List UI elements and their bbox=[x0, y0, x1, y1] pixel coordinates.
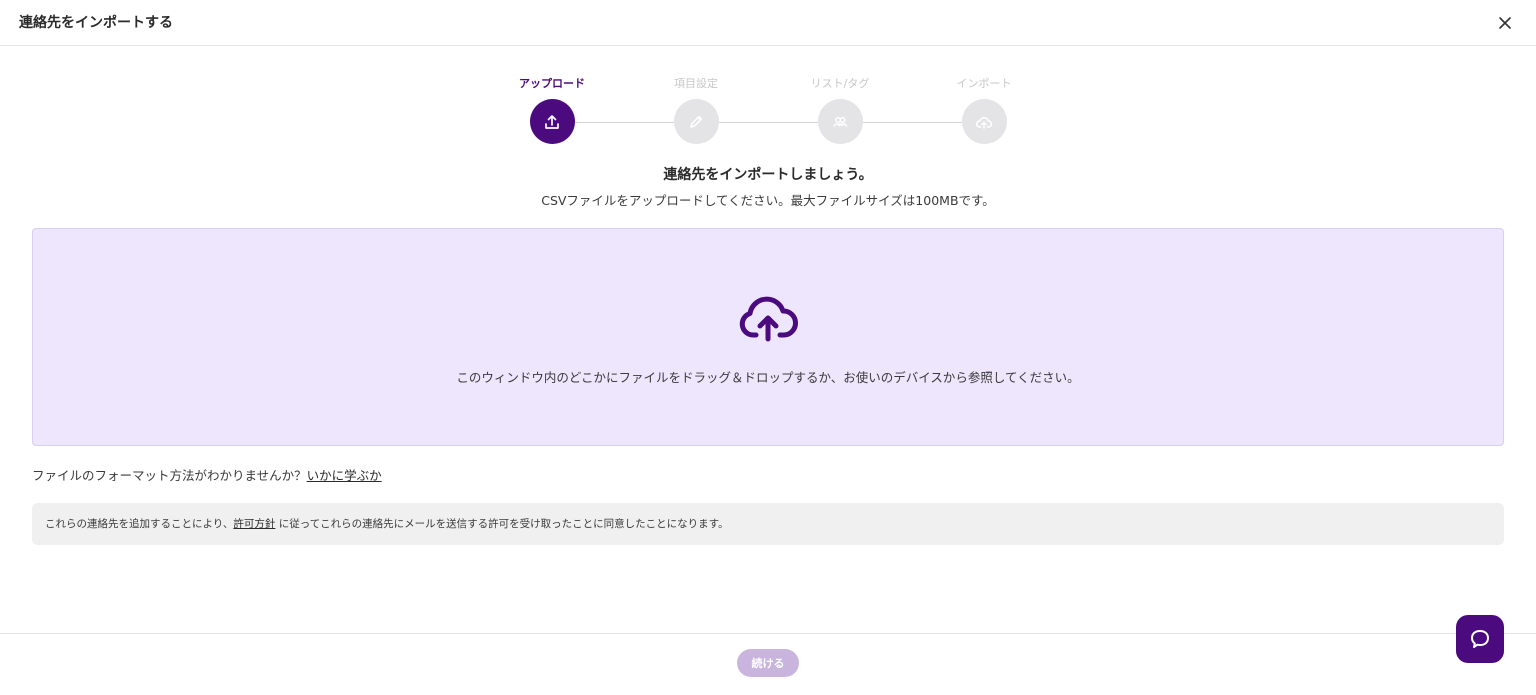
step-circle[interactable] bbox=[961, 99, 1007, 144]
step-circle[interactable] bbox=[673, 99, 719, 144]
step-label: アップロード bbox=[519, 77, 585, 90]
import-stepper: アップロード 項目設定 リスト/タグ インポート bbox=[0, 75, 1536, 150]
step-list-tag[interactable]: リスト/タグ bbox=[780, 75, 900, 144]
learn-how-link[interactable]: いかに学ぶか bbox=[307, 468, 382, 483]
chat-button[interactable] bbox=[1456, 615, 1504, 663]
cloud-upload-icon bbox=[739, 296, 798, 342]
close-icon bbox=[1499, 17, 1511, 29]
cloud-upload-icon bbox=[975, 116, 993, 129]
format-help-text: ファイルのフォーマット方法がわかりませんか？ bbox=[32, 468, 307, 483]
chat-icon bbox=[1471, 630, 1489, 648]
continue-button[interactable]: 続ける bbox=[737, 649, 799, 677]
stepper-line bbox=[552, 122, 984, 123]
close-button[interactable] bbox=[1494, 12, 1516, 34]
pencil-icon bbox=[690, 115, 703, 128]
step-import[interactable]: インポート bbox=[924, 75, 1044, 144]
page-heading: 連絡先をインポートしましょう。 bbox=[663, 167, 873, 183]
step-field-settings[interactable]: 項目設定 bbox=[636, 75, 756, 144]
page-subheading: CSVファイルをアップロードしてください。最大ファイルサイズは100MBです。 bbox=[541, 193, 995, 208]
notice-text-before: これらの連絡先を追加することにより、 bbox=[45, 518, 234, 530]
step-label: リスト/タグ bbox=[810, 77, 870, 90]
format-help: ファイルのフォーマット方法がわかりませんか？いかに学ぶか bbox=[32, 465, 382, 484]
notice-text-after: に従ってこれらの連絡先にメールを送信する許可を受け取ったことに同意したことになり… bbox=[275, 518, 729, 530]
step-circle[interactable] bbox=[817, 99, 863, 144]
step-label: 項目設定 bbox=[674, 77, 718, 90]
permission-notice: これらの連絡先を追加することにより、許可方針 に従ってこれらの連絡先にメールを送… bbox=[32, 503, 1504, 545]
upload-icon bbox=[545, 114, 559, 129]
permission-policy-link[interactable]: 許可方針 bbox=[233, 518, 275, 530]
step-circle[interactable] bbox=[529, 99, 575, 144]
dropzone-instructions: このウィンドウ内のどこかにファイルをドラッグ＆ドロップするか、お使いのデバイスか… bbox=[456, 370, 1080, 385]
step-label: インポート bbox=[956, 77, 1012, 90]
modal-title: 連絡先をインポートする bbox=[19, 15, 173, 31]
people-icon bbox=[833, 116, 848, 127]
step-upload[interactable]: アップロード bbox=[492, 75, 612, 144]
modal-header: 連絡先をインポートする bbox=[0, 0, 1536, 46]
file-dropzone[interactable]: このウィンドウ内のどこかにファイルをドラッグ＆ドロップするか、お使いのデバイスか… bbox=[32, 228, 1504, 446]
modal-footer: 続ける bbox=[0, 633, 1536, 695]
